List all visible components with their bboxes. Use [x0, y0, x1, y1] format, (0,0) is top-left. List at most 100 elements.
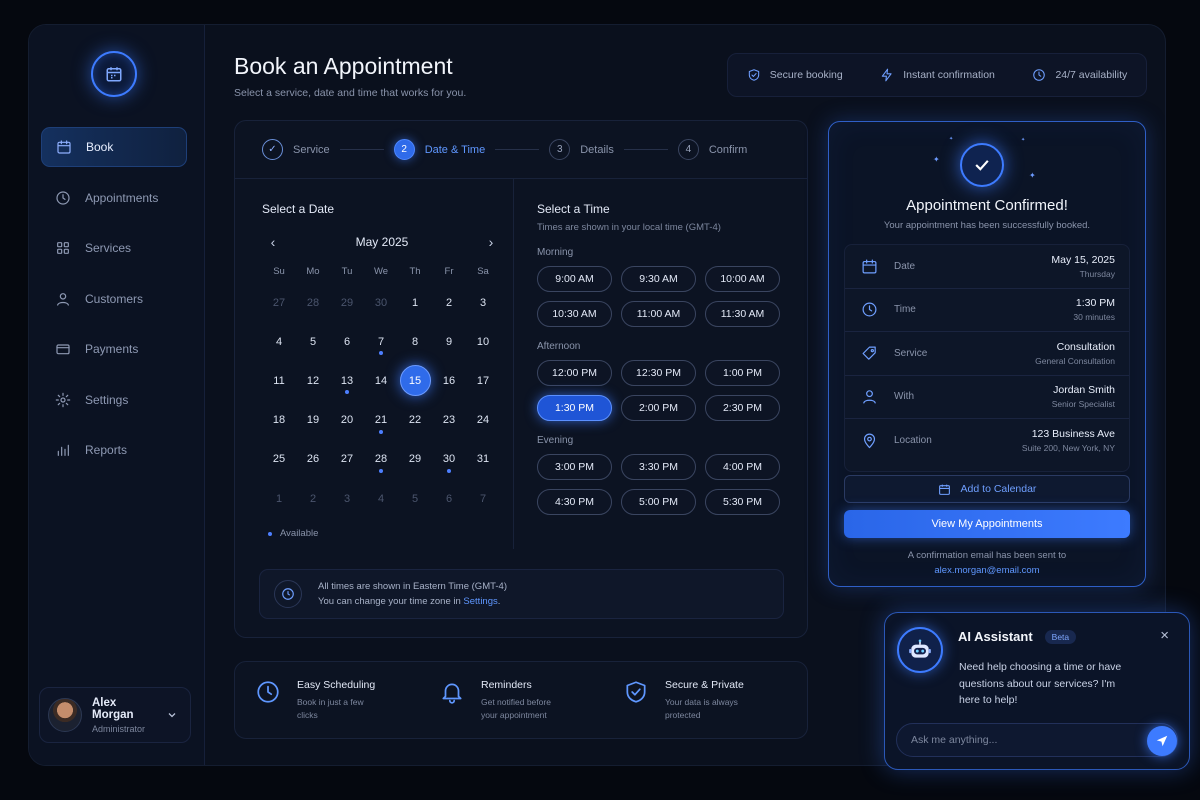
calendar-day[interactable]: 13: [330, 361, 364, 400]
step-connector: [495, 149, 540, 150]
calendar-day[interactable]: 25: [262, 440, 296, 479]
calendar-day[interactable]: 27: [330, 440, 364, 479]
time-slot[interactable]: 10:00 AM: [705, 266, 780, 292]
calendar-day[interactable]: 23: [432, 401, 466, 440]
sidebar-item-book[interactable]: Book: [41, 127, 187, 167]
next-month-button[interactable]: ›: [484, 234, 498, 250]
calendar-day[interactable]: 28: [296, 283, 330, 322]
calendar-day[interactable]: 16: [432, 361, 466, 400]
badge-0: Secure booking: [747, 68, 843, 82]
calendar-day[interactable]: 6: [330, 322, 364, 361]
day-number: 8: [411, 335, 419, 348]
calendar-day[interactable]: 31: [466, 440, 500, 479]
detail-row-with: With Jordan Smith Senior Specialist: [845, 376, 1129, 419]
view-appointments-button[interactable]: View My Appointments: [844, 510, 1130, 538]
tag-icon: [862, 346, 876, 360]
calendar-day[interactable]: 24: [466, 401, 500, 440]
calendar-day[interactable]: 29: [398, 440, 432, 479]
calendar-day[interactable]: 27: [262, 283, 296, 322]
step-details[interactable]: 3 Details: [549, 139, 614, 160]
day-number: 1: [275, 492, 283, 505]
calendar-day[interactable]: 4: [262, 322, 296, 361]
calendar-day[interactable]: 20: [330, 401, 364, 440]
day-number: 9: [445, 335, 453, 348]
calendar-day[interactable]: 8: [398, 322, 432, 361]
settings-link[interactable]: Settings: [463, 596, 497, 607]
prev-month-button[interactable]: ‹: [266, 234, 280, 250]
calendar-day[interactable]: 5: [398, 479, 432, 518]
timezone-info-line1: All times are shown in Eastern Time (GMT…: [318, 581, 507, 592]
step-date-time[interactable]: 2 Date & Time: [393, 139, 485, 160]
calendar-day[interactable]: 6: [432, 479, 466, 518]
time-slot[interactable]: 2:00 PM: [621, 395, 696, 421]
time-slot[interactable]: 1:00 PM: [705, 360, 780, 386]
calendar-day[interactable]: 15: [398, 361, 432, 400]
sidebar-item-settings[interactable]: Settings: [41, 380, 187, 420]
calendar-day[interactable]: 30: [364, 283, 398, 322]
time-slot[interactable]: 11:00 AM: [621, 301, 696, 327]
calendar-day[interactable]: 1: [398, 283, 432, 322]
calendar-day[interactable]: 4: [364, 479, 398, 518]
calendar-day[interactable]: 2: [296, 479, 330, 518]
sidebar-item-payments[interactable]: Payments: [41, 329, 187, 369]
calendar-day[interactable]: 30: [432, 440, 466, 479]
divider: [513, 179, 514, 549]
day-number: 2: [309, 492, 317, 505]
calendar-day[interactable]: 10: [466, 322, 500, 361]
step-service[interactable]: ✓ Service: [262, 139, 330, 160]
time-slot[interactable]: 5:00 PM: [621, 489, 696, 515]
calendar-day[interactable]: 7: [364, 322, 398, 361]
time-slot[interactable]: 9:30 AM: [621, 266, 696, 292]
sidebar-item-appointments[interactable]: Appointments: [41, 178, 187, 218]
calendar-day[interactable]: 9: [432, 322, 466, 361]
time-slot[interactable]: 11:30 AM: [705, 301, 780, 327]
calendar-day[interactable]: 21: [364, 401, 398, 440]
calendar-day[interactable]: 14: [364, 361, 398, 400]
calendar-day[interactable]: 11: [262, 361, 296, 400]
calendar-day[interactable]: 26: [296, 440, 330, 479]
email-link[interactable]: alex.morgan@email.com: [934, 565, 1039, 576]
step-confirm[interactable]: 4 Confirm: [677, 139, 747, 160]
calendar-day[interactable]: 3: [466, 283, 500, 322]
user-card[interactable]: Alex Morgan Administrator: [39, 687, 191, 743]
booking-panel: ✓ Service 2 Date & Time 3 Details 4 Confirm Sel…: [234, 120, 808, 638]
detail-label: Location: [894, 435, 932, 447]
time-slot[interactable]: 5:30 PM: [705, 489, 780, 515]
time-slot[interactable]: 2:30 PM: [705, 395, 780, 421]
sidebar-item-reports[interactable]: Reports: [41, 430, 187, 470]
time-slot[interactable]: 12:00 PM: [537, 360, 612, 386]
time-slot[interactable]: 3:00 PM: [537, 454, 612, 480]
time-slot[interactable]: 12:30 PM: [621, 360, 696, 386]
time-slot[interactable]: 4:00 PM: [705, 454, 780, 480]
calendar-day[interactable]: 2: [432, 283, 466, 322]
calendar-day[interactable]: 1: [262, 479, 296, 518]
assistant-title-row: AI Assistant Beta: [958, 629, 1077, 644]
app-logo[interactable]: [91, 51, 137, 97]
time-slot[interactable]: 9:00 AM: [537, 266, 612, 292]
location-pin-icon: [863, 433, 876, 449]
time-slot[interactable]: 3:30 PM: [621, 454, 696, 480]
time-slot[interactable]: 4:30 PM: [537, 489, 612, 515]
calendar-day[interactable]: 18: [262, 401, 296, 440]
calendar-day[interactable]: 22: [398, 401, 432, 440]
day-number: 16: [442, 374, 456, 387]
time-slot[interactable]: 10:30 AM: [537, 301, 612, 327]
send-button[interactable]: [1147, 726, 1177, 756]
calendar-day[interactable]: 12: [296, 361, 330, 400]
close-icon[interactable]: ×: [1160, 627, 1169, 644]
calendar-day[interactable]: 19: [296, 401, 330, 440]
calendar-day[interactable]: 5: [296, 322, 330, 361]
timezone-note: Times are shown in your local time (GMT-…: [537, 222, 721, 233]
time-slot[interactable]: 1:30 PM: [537, 395, 612, 421]
sidebar-item-services[interactable]: Services: [41, 228, 187, 268]
assistant-input[interactable]: [896, 723, 1178, 757]
feature-0: Easy Scheduling Book in just a few clicks: [255, 679, 439, 722]
calendar-day[interactable]: 17: [466, 361, 500, 400]
add-to-calendar-button[interactable]: Add to Calendar: [844, 475, 1130, 503]
calendar-day[interactable]: 29: [330, 283, 364, 322]
calendar-day[interactable]: 28: [364, 440, 398, 479]
chevron-down-icon[interactable]: [166, 709, 178, 721]
sidebar-item-customers[interactable]: Customers: [41, 279, 187, 319]
calendar-day[interactable]: 3: [330, 479, 364, 518]
calendar-day[interactable]: 7: [466, 479, 500, 518]
